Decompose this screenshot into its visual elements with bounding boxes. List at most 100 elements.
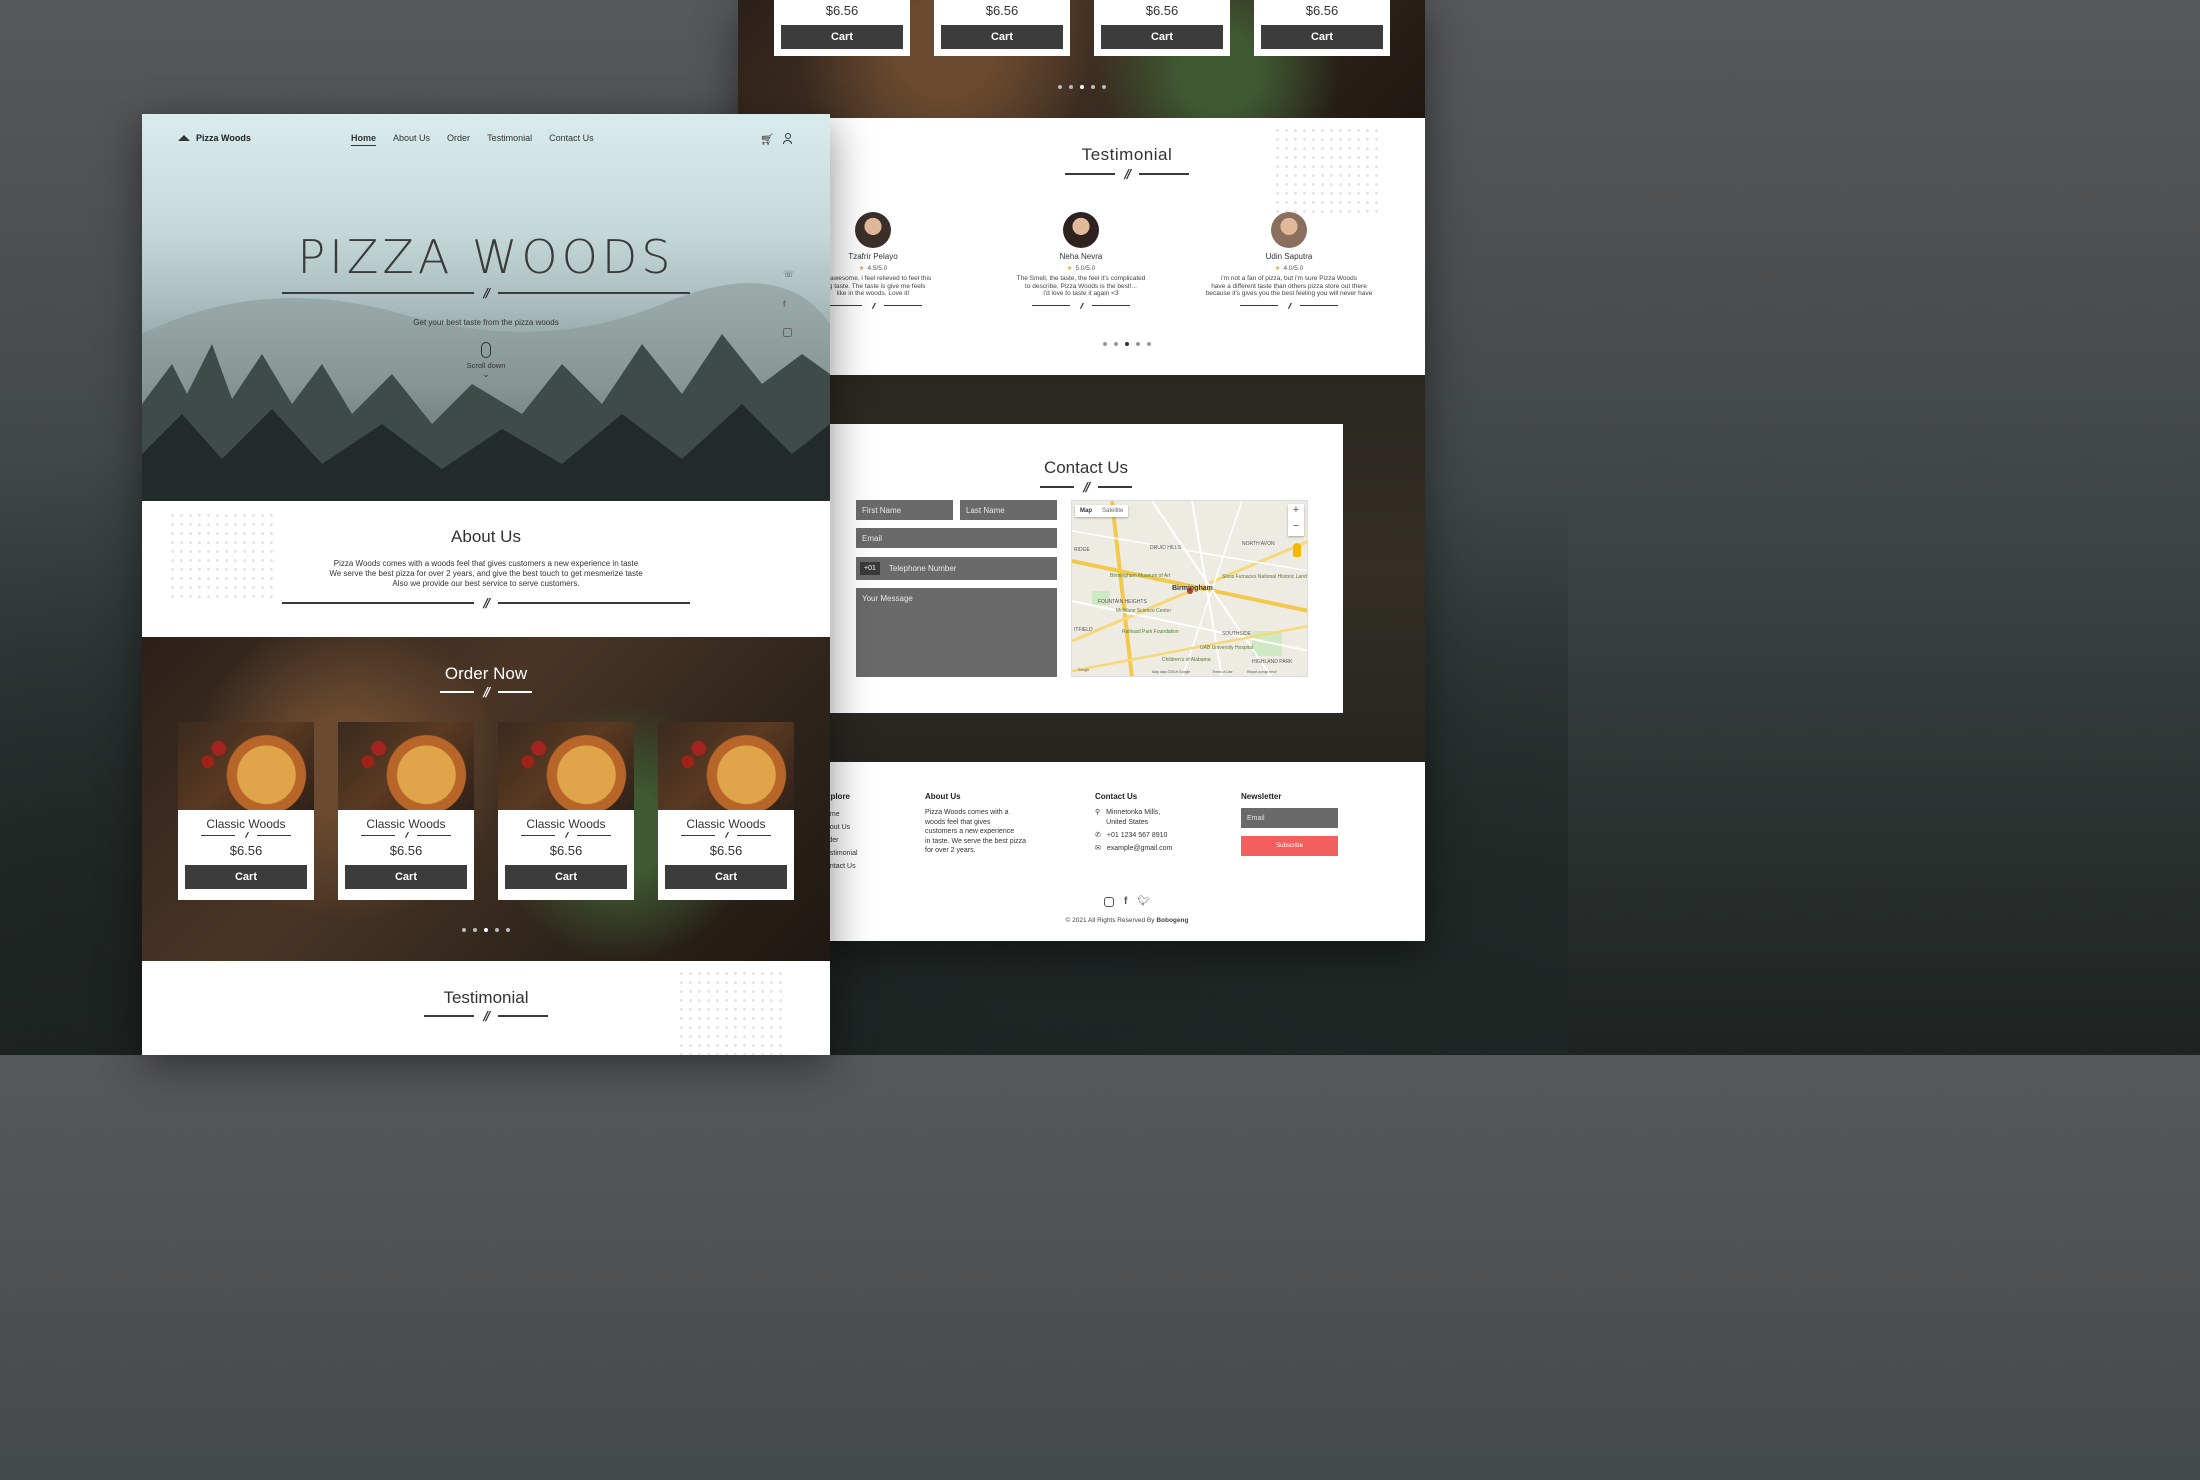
cart-button[interactable]: Cart [1261,25,1383,49]
product-card: Classic Woods// $6.56 Cart [498,722,634,900]
phone: ✆ +01 1234 567 8910 [1095,832,1168,839]
product-card: Classic Woods// $6.56 Cart [178,722,314,900]
cart-button[interactable]: Cart [345,865,467,889]
about-section: About Us Pizza Woods comes with a woods … [142,501,830,637]
cart-button[interactable]: Cart [505,865,627,889]
map-label: Terms of Use [1212,670,1233,674]
about-title: About Us [451,527,521,546]
review-text: i'm not a fan of pizza, but i'm sure Piz… [1205,275,1373,297]
product-price: $6.56 [985,3,1019,18]
logo[interactable]: Pizza Woods [178,133,251,143]
cart-button[interactable]: Cart [781,25,903,49]
product-name: Classic Woods [686,817,766,831]
testimonial-carousel-dots[interactable] [829,342,1425,346]
nav-home[interactable]: Home [351,133,377,146]
zoom-in-button[interactable]: + [1288,504,1304,520]
product-price: $6.56 [549,843,583,858]
telephone-field[interactable]: +01 Telephone Number [856,557,1057,580]
zoom-controls: + − [1288,504,1304,536]
map-label: FOUNTAIN HEIGHTS [1098,599,1147,605]
testimonial-section: Testimonial // Tzafrir Pelayo ★ 4.5/5.0 ds … [815,118,1425,375]
zoom-out-button[interactable]: − [1288,520,1304,536]
pizza-image [178,722,314,810]
footer-about-line: in taste. We serve the best pizza [925,837,1027,845]
footer-link[interactable]: rder [826,834,858,847]
cart-button[interactable]: Cart [1101,25,1223,49]
footer-link[interactable]: estimonial [826,847,858,860]
facebook-icon[interactable]: f [1124,897,1127,907]
testimonial-title: Testimonial [443,988,529,1007]
map-label: Google [1078,668,1090,672]
address: ⚲ Minnetonka Mills, United States [1095,809,1161,826]
footer-about-line: for over 2 years. [925,847,976,854]
cart-button[interactable]: Cart [185,865,307,889]
nav-order[interactable]: Order [447,133,470,146]
whatsapp-icon[interactable]: ☏ [783,269,794,280]
message-field[interactable]: Your Message [856,588,1057,677]
review-divider: // [991,302,1171,310]
nav-testimonial[interactable]: Testimonial [487,133,532,146]
footer-newsletter: Newsletter Email Subscribe [1241,792,1338,856]
order-title: Order Now [444,664,528,683]
footer-contact: Contact Us ⚲ Minnetonka Mills, United Stat… [1095,792,1215,854]
footer-about-line: woods feel that gives [925,818,991,826]
title-divider: // [829,167,1425,181]
product-card: $6.56 Cart [774,0,910,56]
newsletter-email-field[interactable]: Email [1241,808,1338,828]
review-divider: // [1199,302,1379,310]
footer-link[interactable]: ome [826,808,858,821]
testimonial-title: Testimonial [1081,145,1173,164]
footer-link[interactable]: ontact Us [826,860,858,873]
footer-explore: xplore ome bout Us rder estimonial ontact Us [826,792,858,873]
email-field[interactable]: Email [856,528,1057,548]
facebook-icon[interactable]: f [783,299,794,309]
testimonial-card: Udin Saputra ★ 4.0/5.0 i'm not a fan of piz… [1199,212,1379,310]
map-tab[interactable]: Map [1075,505,1097,517]
footer-about-line: customers a new experience [925,828,1015,835]
instagram-icon[interactable] [1103,897,1114,907]
nav-about-us[interactable]: About Us [393,133,430,146]
brand-name: Pizza Woods [196,133,251,143]
product-price: $6.56 [1145,3,1179,18]
twitter-icon[interactable]: 🐦︎ [1137,897,1150,907]
order-carousel-dots[interactable] [142,928,830,932]
testimonial-section: Testimonial // [142,961,830,1055]
user-icon[interactable] [783,133,792,144]
nav-contact-us[interactable]: Contact Us [549,133,594,146]
map[interactable]: Map Satellite + − DRUID HILLS NORTH AVON F… [1071,500,1308,677]
last-name-field[interactable]: Last Name [960,500,1057,520]
footer-link[interactable]: bout Us [826,821,858,834]
map-type-toggle[interactable]: Map Satellite [1075,505,1129,517]
right-page: $6.56 Cart $6.56 Cart $6.56 Cart $6.56 Cart Tes… [738,0,1425,941]
map-label: Children's of Alabama [1162,657,1211,663]
social-sidebar: ☏ f [783,269,794,337]
footer-about: About Us Pizza Woods comes with a woods f… [925,792,1045,856]
map-label: McWane Science Center [1116,608,1172,614]
cart-icon[interactable]: 🛒︎ [760,133,774,146]
product-price: $6.56 [709,843,743,858]
pizza-image [498,722,634,810]
product-name: Classic Woods [526,817,606,831]
scroll-down[interactable]: Scroll down ⌄ [142,342,830,379]
subscribe-button[interactable]: Subscribe [1241,836,1338,856]
location-icon: ⚲ [1095,809,1101,816]
about-text-line: We serve the best pizza for over 2 years… [329,569,643,578]
map-city-label: Birmingham [1172,585,1213,592]
cart-button[interactable]: Cart [665,865,787,889]
cart-button[interactable]: Cart [941,25,1063,49]
pegman-icon[interactable] [1293,543,1301,557]
instagram-icon[interactable] [783,328,792,337]
product-card: Classic Woods// $6.56 Cart [658,722,794,900]
product-name: Classic Woods [366,817,446,831]
email[interactable]: ✉ example@gmail.com [1095,844,1215,854]
title-divider: // [142,1009,830,1023]
map-label: RIDGE [1074,547,1090,553]
country-code[interactable]: +01 [860,562,880,575]
star-icon: ★ [1274,265,1281,272]
first-name-field[interactable]: First Name [856,500,953,520]
product-card: $6.56 Cart [934,0,1070,56]
satellite-tab[interactable]: Satellite [1097,505,1128,517]
testimonial-card: Neha Nevra ★ 5.0/5.0 The Smell, the taste, … [991,212,1171,310]
order-carousel-dots[interactable] [738,85,1425,89]
nav-menu: Home About Us Order Testimonial Contact Us [351,133,594,146]
